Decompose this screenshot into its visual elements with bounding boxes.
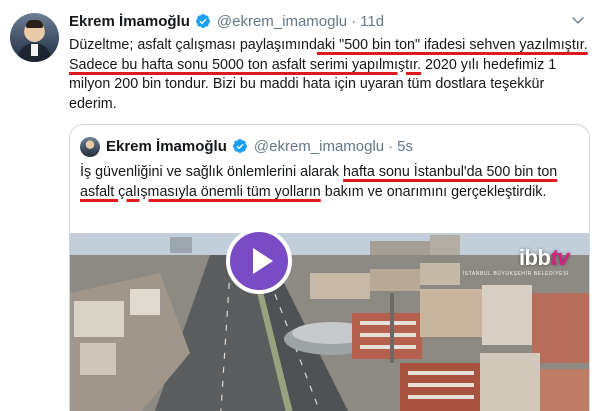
quoted-text-part: İş güvenliğini ve sağlık önlemlerini ala… xyxy=(80,164,344,180)
author-name[interactable]: Ekrem İmamoğlu xyxy=(69,13,190,30)
quoted-author-name: Ekrem İmamoğlu xyxy=(106,137,227,155)
logo-subtitle: İSTANBUL BÜYÜKŞEHİR BELEDİYESİ xyxy=(462,271,569,277)
tweet-text-part: Düzeltme; asfalt çalışması paylaşımınd xyxy=(69,37,317,53)
avatar-hair xyxy=(26,20,43,28)
tweet[interactable]: Ekrem İmamoğlu @ekrem_imamoglu · 11d Düz… xyxy=(0,0,600,411)
quoted-author-avatar[interactable] xyxy=(80,137,100,157)
logo-main-text: ibb xyxy=(518,245,551,270)
aerial-city-scene xyxy=(70,233,589,411)
quoted-author-handle: @ekrem_imamoglu xyxy=(253,137,385,155)
quoted-text-part: bakım ve onarımını gerçekleştirdik. xyxy=(320,183,547,200)
video-thumbnail[interactable]: ibbtv İSTANBUL BÜYÜKŞEHİR BELEDİYESİ xyxy=(70,233,589,411)
author-handle[interactable]: @ekrem_imamoglu xyxy=(217,13,347,30)
quoted-tweet-header: Ekrem İmamoğlu @ekrem_imamoglu · 5s xyxy=(106,136,413,156)
ibbtv-logo: ibbtv xyxy=(518,245,570,271)
avatar-shirt xyxy=(31,44,38,56)
tweet-text: Düzeltme; asfalt çalışması paylaşımındak… xyxy=(69,36,589,114)
play-icon[interactable] xyxy=(226,228,292,294)
separator-dot: · xyxy=(351,12,357,30)
verified-badge-icon xyxy=(232,139,247,153)
logo-tv-text: tv xyxy=(550,245,569,270)
quoted-tweet-text: İş güvenliğini ve sağlık önlemlerini ala… xyxy=(80,163,580,202)
tweet-timestamp[interactable]: 11d xyxy=(360,13,384,30)
quoted-tweet[interactable]: Ekrem İmamoğlu @ekrem_imamoglu · 5s İş g… xyxy=(69,124,590,411)
chevron-down-icon[interactable] xyxy=(570,12,586,28)
quoted-timestamp: 5s xyxy=(397,137,413,155)
separator-dot: · xyxy=(388,137,394,155)
verified-badge-icon xyxy=(195,14,210,28)
tweet-header: Ekrem İmamoğlu @ekrem_imamoglu · 11d xyxy=(69,11,384,31)
author-avatar[interactable] xyxy=(10,13,59,62)
